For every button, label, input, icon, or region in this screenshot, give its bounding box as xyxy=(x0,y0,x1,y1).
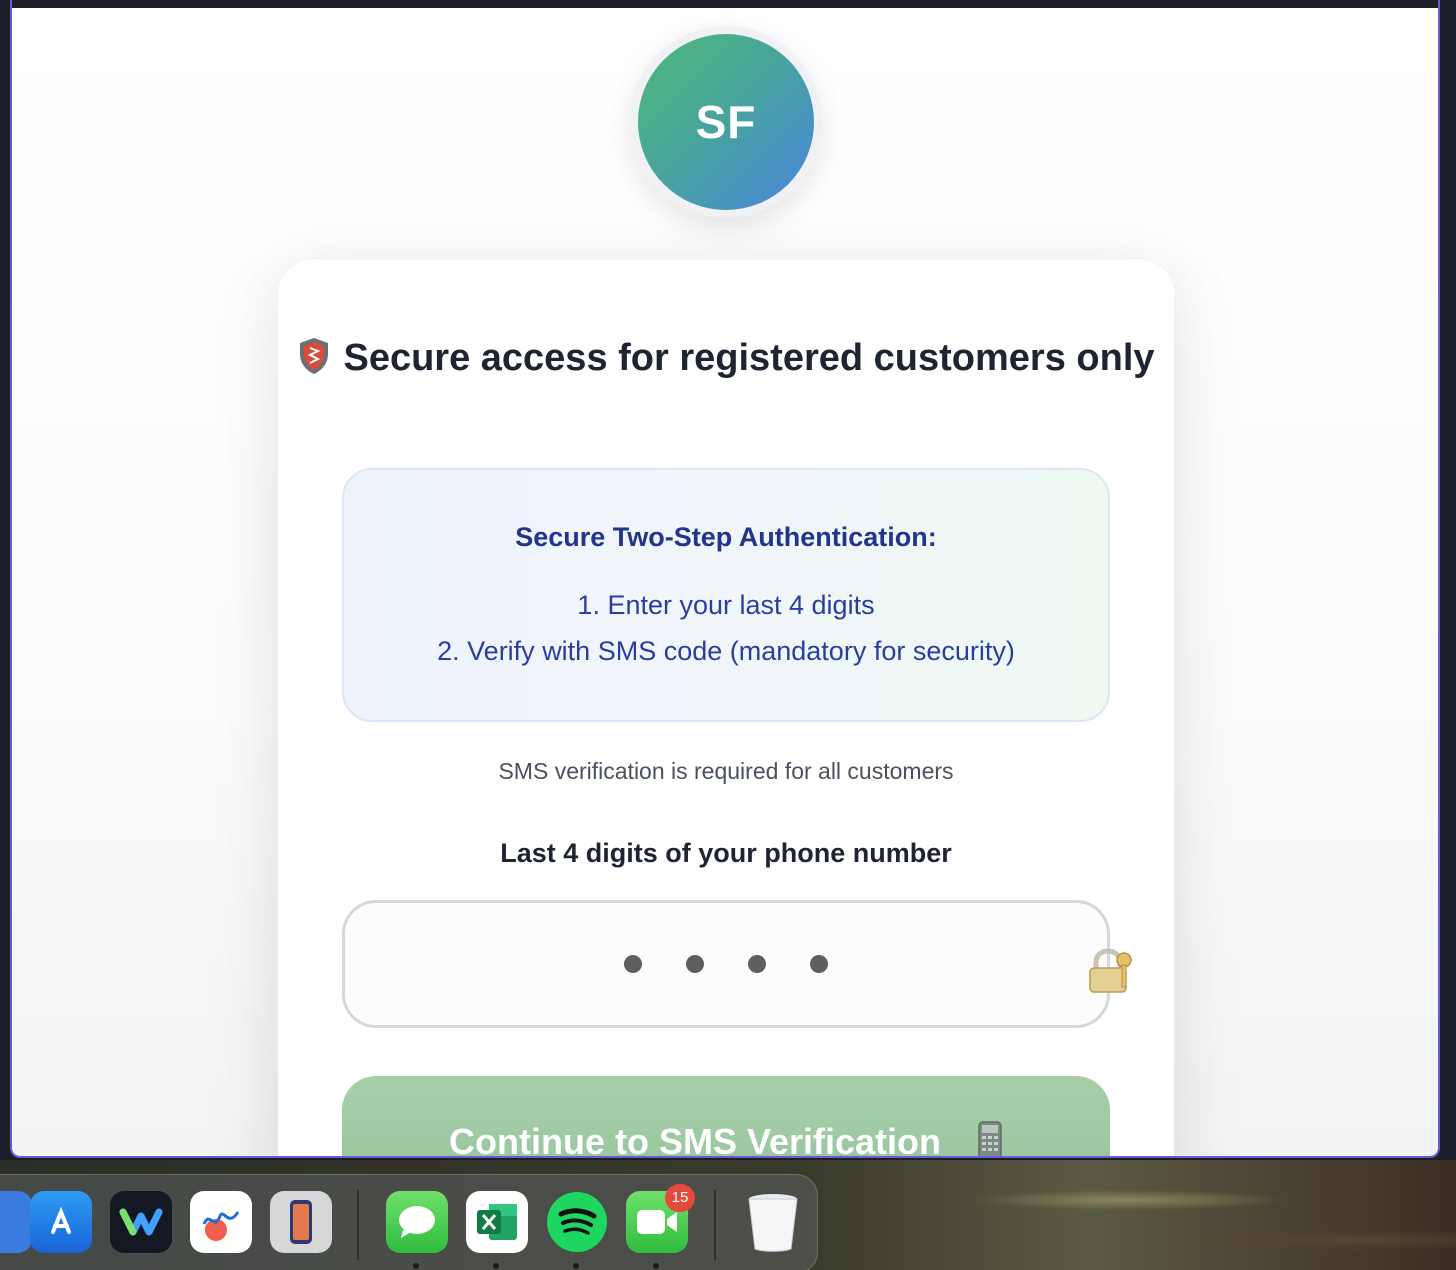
spotify-icon[interactable] xyxy=(546,1191,608,1253)
facetime-badge: 15 xyxy=(665,1184,695,1212)
pin-dot xyxy=(748,955,766,973)
avatar: SF xyxy=(638,34,814,210)
running-indicator xyxy=(573,1263,579,1269)
phone-digits-input[interactable] xyxy=(342,900,1110,1028)
page-title: Secure access for registered customers o… xyxy=(278,330,1174,392)
login-page: SF Secure access for registered customer… xyxy=(12,8,1438,1158)
avatar-ring: SF xyxy=(630,26,822,218)
running-indicator xyxy=(653,1263,659,1269)
dock-separator xyxy=(714,1190,716,1260)
pin-dot xyxy=(624,955,642,973)
continue-sms-button[interactable]: Continue to SMS Verification xyxy=(342,1076,1110,1158)
pin-dot xyxy=(686,955,704,973)
window-topbar xyxy=(12,0,1438,8)
iphone-mirroring-icon[interactable] xyxy=(270,1191,332,1253)
running-indicator xyxy=(413,1263,419,1269)
finder-icon[interactable] xyxy=(0,1191,32,1253)
dock-separator xyxy=(357,1190,359,1260)
trash-icon[interactable] xyxy=(742,1191,804,1253)
app-store-icon[interactable] xyxy=(30,1191,92,1253)
auth-step: 1. Enter your last 4 digits xyxy=(577,590,875,620)
phone-digits-label: Last 4 digits of your phone number xyxy=(500,838,952,868)
running-indicator xyxy=(493,1263,499,1269)
lock-key-icon xyxy=(1086,948,1136,994)
excel-icon[interactable] xyxy=(466,1191,528,1253)
auth-step: 2. Verify with SMS code (mandatory for s… xyxy=(437,636,1015,666)
phone-icon xyxy=(977,1120,1003,1156)
continue-button-label: Continue to SMS Verification xyxy=(448,1121,942,1158)
browser-window: SF Secure access for registered customer… xyxy=(10,0,1440,1158)
shield-icon xyxy=(297,336,331,392)
sms-required-note: SMS verification is required for all cus… xyxy=(498,758,954,784)
title-text: Secure access for registered customers o… xyxy=(343,337,1155,379)
auth-info-box: Secure Two-Step Authentication: 1. Enter… xyxy=(342,468,1110,722)
messages-icon[interactable] xyxy=(386,1191,448,1253)
freeform-icon[interactable] xyxy=(190,1191,252,1253)
pin-dot xyxy=(810,955,828,973)
login-card: Secure access for registered customers o… xyxy=(278,260,1174,1158)
auth-info-heading: Secure Two-Step Authentication: xyxy=(515,522,937,552)
webex-icon[interactable] xyxy=(110,1191,172,1253)
